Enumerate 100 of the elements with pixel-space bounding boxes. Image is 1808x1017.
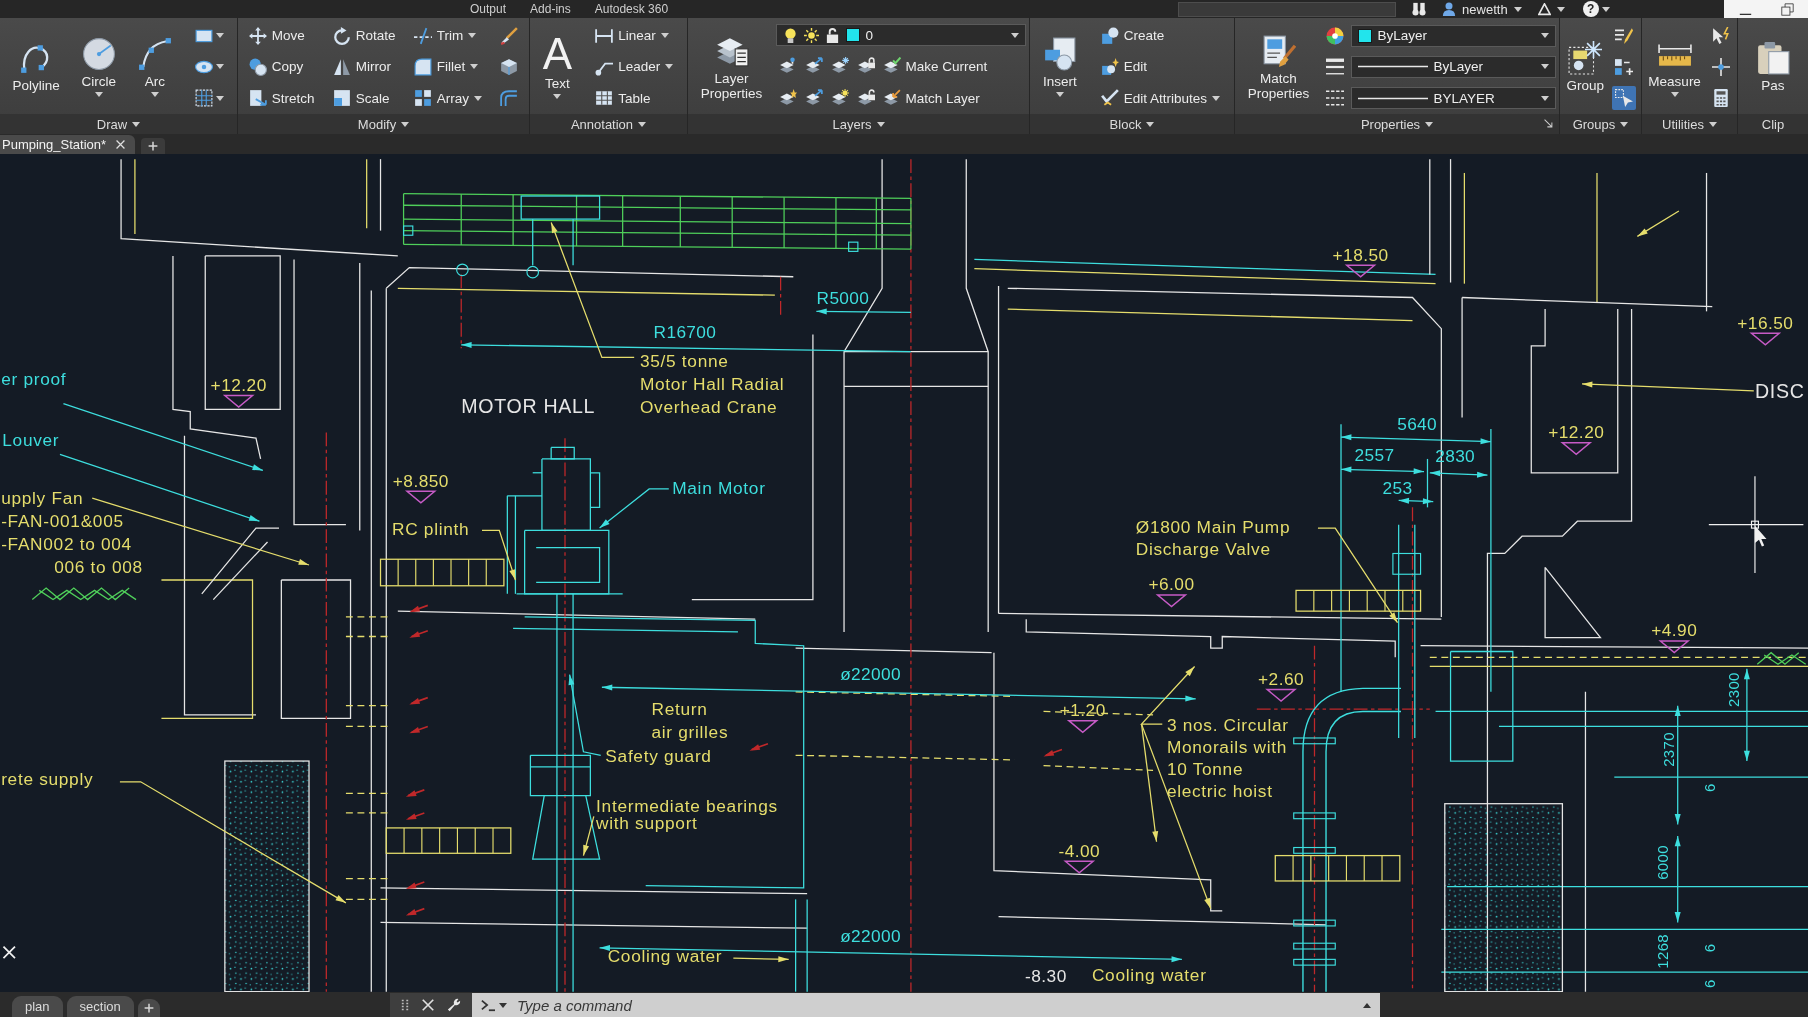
ribbon-tool-button[interactable]	[1612, 86, 1637, 111]
layout-tab[interactable]: section	[66, 996, 134, 1017]
note-label: Ø1800 Main Pump Discharge Valve	[1135, 516, 1291, 559]
user-menu-button[interactable]: newetth	[1456, 1, 1514, 17]
caret-icon	[1708, 121, 1717, 127]
airflow-arrow	[1043, 748, 1063, 757]
customize-button[interactable]	[445, 996, 463, 1014]
caret-icon	[215, 64, 224, 70]
level-marker-icon	[1265, 688, 1297, 703]
panel-title-button[interactable]: Properties	[1356, 115, 1438, 133]
launcher-arrow-icon[interactable]	[1544, 119, 1553, 128]
ribbon-tool-button[interactable]: Fillet	[410, 56, 482, 78]
ribbon-tool-button[interactable]: Arc	[135, 36, 174, 98]
panel-title-button[interactable]: Groups	[1568, 115, 1633, 133]
caret-icon	[876, 121, 885, 127]
ribbon-tool-button[interactable]: Edit	[1097, 56, 1151, 78]
clipboard-icon	[1756, 41, 1790, 75]
panel-title-button[interactable]: Draw	[92, 115, 145, 133]
property-dropdown[interactable]: BYLAYER	[1350, 87, 1556, 110]
help-button[interactable]: ?	[1582, 1, 1599, 17]
table-icon	[595, 89, 614, 108]
layer-dropdown[interactable]: 0	[775, 24, 1026, 46]
ribbon-tool-button[interactable]: Pas	[1754, 40, 1792, 94]
ribbon-tool-button[interactable]: Trim	[410, 24, 480, 47]
panel-title-button[interactable]: Layers	[828, 115, 889, 133]
command-history-button[interactable]	[1354, 993, 1380, 1017]
elevation-label: +18.50	[1332, 244, 1389, 265]
ribbon-tool-button[interactable]: Match Properties	[1238, 32, 1319, 102]
caret-icon	[499, 1002, 507, 1008]
triangle-icon[interactable]	[1537, 2, 1551, 16]
caret-icon	[132, 121, 141, 127]
level-marker-icon	[1749, 332, 1782, 346]
recent-commands-button[interactable]	[472, 993, 513, 1017]
ribbon-tool-button[interactable]: Insert	[1040, 36, 1079, 98]
ribbon-tool-button[interactable]: Measure	[1646, 36, 1703, 98]
ribbon-tab[interactable]: Autodesk 360	[584, 2, 679, 16]
ribbon-tool-button[interactable]: Layer Properties	[691, 32, 772, 102]
ribbon-tool-button[interactable]: Polyline	[10, 40, 62, 94]
close-icon[interactable]	[116, 140, 126, 149]
ribbon-tab[interactable]: Add-ins	[520, 2, 581, 16]
panel-title-button[interactable]: Utilities	[1658, 115, 1721, 133]
close-icon[interactable]	[2, 945, 16, 960]
crosshair-cursor-icon	[1708, 475, 1804, 574]
elevation-label: +12.20	[1548, 422, 1605, 443]
caret-icon	[1363, 1002, 1371, 1008]
wrench-icon	[447, 998, 461, 1012]
layout-tab[interactable]: plan	[12, 996, 63, 1017]
callout-label: er proof	[1, 369, 67, 390]
panel-title-button[interactable]: Annotation	[566, 115, 651, 133]
group-icon	[1568, 41, 1603, 75]
file-tab[interactable]: Pumping_Station*	[0, 135, 136, 154]
dimension-label: ø22000	[840, 926, 901, 947]
level-marker-icon	[222, 394, 255, 408]
level-marker-icon	[1066, 719, 1099, 734]
binoculars-icon[interactable]	[1412, 2, 1427, 16]
plus-icon	[148, 141, 159, 151]
dimension-label: 6	[1700, 979, 1718, 988]
ribbon-tool-button[interactable]: Mirror	[329, 56, 394, 78]
calculator-icon	[1711, 89, 1730, 108]
group-select-icon	[1615, 89, 1634, 108]
ribbon-tool-button[interactable]: Create	[1097, 24, 1168, 47]
ribbon-tool-button[interactable]: Rotate	[329, 24, 399, 47]
ribbon-tool-button[interactable]: Make Current	[879, 55, 991, 77]
leader-line	[732, 956, 790, 963]
caret-icon	[1670, 92, 1679, 97]
ribbon-tool-button[interactable]: Circle	[79, 36, 118, 98]
command-input[interactable]: Type a command	[513, 993, 1354, 1017]
ribbon-tool-button[interactable]: Match Layer	[879, 87, 983, 109]
close-button[interactable]	[420, 997, 436, 1013]
layers-sun-icon	[830, 89, 849, 107]
ground-hatch-icon	[1756, 651, 1807, 665]
property-dropdown[interactable]: ByLayer	[1350, 24, 1556, 47]
elevation-label: +1.20	[1059, 700, 1106, 721]
ribbon-tool-button[interactable]: Scale	[329, 87, 393, 110]
panel-title-button[interactable]: Block	[1105, 115, 1159, 133]
panel-title-button[interactable]: Modify	[353, 115, 414, 133]
ribbon-tool-button[interactable]: Stretch	[245, 87, 318, 110]
ribbon-tool-button[interactable]: A Text	[540, 34, 574, 100]
mirror-icon	[332, 58, 351, 76]
search-field[interactable]	[1178, 1, 1397, 17]
ribbon-tool-button[interactable]: Copy	[245, 56, 307, 78]
panel-title-button[interactable]: Clip	[1757, 115, 1789, 133]
checkmark-icon	[1100, 89, 1119, 108]
airflow-arrow	[749, 742, 769, 751]
ribbon-tool-button[interactable]: Group	[1564, 40, 1607, 94]
ribbon-tool-button[interactable]: Linear	[592, 24, 672, 47]
note-label: 35/5 tonne Motor Hall Radial Overhead Crane	[639, 350, 785, 417]
ribbon-tool-button[interactable]: Edit Attributes	[1097, 87, 1224, 110]
grip-handle-icon[interactable]	[399, 999, 411, 1011]
new-tab-button[interactable]	[141, 138, 166, 154]
ribbon-tool-button[interactable]: Leader	[592, 56, 677, 78]
ribbon-tab[interactable]: Output	[460, 2, 517, 16]
ribbon-tool-button[interactable]: Table	[592, 87, 654, 110]
ribbon-tool-button[interactable]: Array	[410, 87, 486, 110]
new-layout-button[interactable]	[137, 999, 160, 1017]
property-dropdown[interactable]: ByLayer	[1350, 56, 1556, 78]
restore-icon[interactable]	[1780, 2, 1794, 16]
layers-unlock-icon	[856, 89, 875, 107]
airflow-arrow	[405, 881, 426, 890]
ribbon-tool-button[interactable]: Move	[245, 24, 308, 47]
